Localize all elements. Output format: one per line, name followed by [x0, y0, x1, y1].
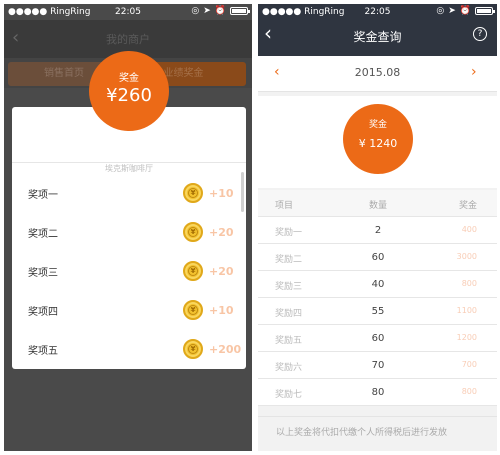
row-qty: 60 — [371, 252, 385, 263]
battery-icon — [230, 7, 250, 15]
bonus-circle: 奖金 ¥260 — [89, 51, 169, 131]
table-row: 奖励一 2 400 — [258, 217, 497, 244]
award-amount: +20 — [209, 225, 234, 239]
bonus-table: 项目 数量 奖金 奖励一 2 400 奖励二 60 3000 奖励三 40 80… — [258, 190, 497, 406]
bonus-popup: 埃克斯咖啡厅 奖项一 ¥ +10 奖项二 ¥ +20 奖项三 ¥ +20 奖项四… — [12, 107, 246, 369]
header-bonus: 奖金 — [458, 201, 477, 211]
row-bonus: 3000 — [456, 252, 477, 261]
merchant-name-text: 埃克斯咖啡厅 — [97, 164, 161, 173]
table-row: 奖励二 60 3000 — [258, 244, 497, 271]
row-qty: 80 — [371, 387, 385, 398]
award-row: 奖项五 ¥ +200 — [12, 330, 242, 368]
award-row: 奖项四 ¥ +10 — [12, 291, 238, 329]
table-row: 奖励三 40 800 — [258, 271, 497, 298]
status-bar: ●●●●● RingRing 22:05 ◎ ➤ ⏰ — [4, 4, 252, 20]
bonus-summary: 奖金 ¥ 1240 — [258, 96, 497, 188]
orientation-lock-icon: ◎ — [191, 6, 200, 16]
row-qty: 70 — [371, 360, 385, 371]
coin-glyph: ¥ — [188, 188, 198, 198]
orientation-lock-icon: ◎ — [436, 6, 445, 16]
month-label: 2015.08 — [354, 66, 401, 79]
coin-glyph: ¥ — [188, 344, 198, 354]
tax-note: 以上奖金将代扣代缴个人所得税后进行发放 — [258, 416, 497, 451]
award-row: 奖项二 ¥ +20 — [12, 213, 238, 251]
row-qty: 55 — [371, 306, 385, 317]
next-month-button[interactable]: › — [471, 64, 477, 80]
bonus-label: 奖金 — [119, 73, 139, 84]
row-item: 奖励一 — [275, 228, 303, 238]
coin-icon: ¥ — [183, 339, 203, 359]
location-icon: ➤ — [448, 6, 456, 16]
award-amount: +10 — [209, 303, 234, 317]
battery-icon — [475, 7, 495, 15]
coin-icon: ¥ — [183, 183, 203, 203]
award-row: 奖项三 ¥ +20 — [12, 252, 238, 290]
row-item: 奖励七 — [275, 390, 303, 400]
scrollbar[interactable] — [241, 172, 244, 212]
alarm-icon: ⏰ — [459, 6, 471, 16]
bonus-amount: ¥260 — [106, 85, 152, 106]
row-item: 奖励五 — [275, 336, 303, 346]
coin-icon: ¥ — [183, 300, 203, 320]
row-bonus: 1100 — [456, 306, 477, 315]
row-bonus: 800 — [461, 279, 477, 288]
location-icon: ➤ — [203, 6, 211, 16]
coin-glyph: ¥ — [188, 227, 198, 237]
status-icons: ◎ ➤ ⏰ — [436, 6, 495, 16]
row-qty: 40 — [371, 279, 385, 290]
table-row: 奖励五 60 1200 — [258, 325, 497, 352]
month-selector: ‹ 2015.08 › — [258, 56, 497, 92]
row-bonus: 800 — [461, 387, 477, 396]
row-bonus: 700 — [461, 360, 477, 369]
row-item: 奖励四 — [275, 309, 303, 319]
row-qty: 60 — [371, 333, 385, 344]
page-title: 奖金查询 — [353, 30, 402, 44]
award-row: 奖项一 ¥ +10 — [12, 174, 238, 212]
award-label: 奖项一 — [28, 189, 58, 201]
row-qty: 2 — [374, 225, 382, 236]
table-row: 奖励七 80 800 — [258, 379, 497, 406]
table-row: 奖励六 70 700 — [258, 352, 497, 379]
left-screen: ●●●●● RingRing 22:05 ◎ ➤ ⏰ ‹ 我的商户 销售首页 业… — [4, 4, 252, 451]
award-amount: +20 — [209, 264, 234, 278]
coin-glyph: ¥ — [188, 305, 198, 315]
row-item: 奖励二 — [275, 255, 303, 265]
award-label: 奖项三 — [28, 267, 58, 279]
header-qty: 数量 — [368, 201, 387, 211]
tax-note-text: 以上奖金将代扣代缴个人所得税后进行发放 — [276, 428, 448, 438]
coin-glyph: ¥ — [188, 266, 198, 276]
alarm-icon: ⏰ — [214, 6, 226, 16]
row-bonus: 1200 — [456, 333, 477, 342]
table-row: 奖励四 55 1100 — [258, 298, 497, 325]
row-item: 奖励六 — [275, 363, 303, 373]
help-icon[interactable]: ? — [473, 27, 487, 41]
merchant-name: 埃克斯咖啡厅 — [12, 156, 246, 175]
right-screen: ●●●●● RingRing 22:05 ◎ ➤ ⏰ ‹ 奖金查询 ? ‹ 20… — [258, 4, 497, 451]
award-amount: +10 — [209, 186, 234, 200]
bonus-circle: 奖金 ¥ 1240 — [343, 104, 413, 174]
status-icons: ◎ ➤ ⏰ — [191, 6, 250, 16]
award-label: 奖项四 — [28, 306, 58, 318]
coin-icon: ¥ — [183, 261, 203, 281]
header-item: 项目 — [275, 201, 294, 211]
table-header: 项目 数量 奖金 — [258, 190, 497, 217]
award-label: 奖项二 — [28, 228, 58, 240]
coin-icon: ¥ — [183, 222, 203, 242]
status-bar: ●●●●● RingRing 22:05 ◎ ➤ ⏰ — [258, 4, 497, 20]
award-label: 奖项五 — [28, 345, 58, 357]
row-item: 奖励三 — [275, 282, 303, 292]
bonus-amount: ¥ 1240 — [358, 137, 398, 150]
bonus-label: 奖金 — [368, 120, 387, 130]
page-title: 我的商户 — [106, 33, 150, 46]
navbar: ●●●●● RingRing 22:05 ◎ ➤ ⏰ ‹ 奖金查询 ? — [258, 4, 497, 56]
row-bonus: 400 — [461, 225, 477, 234]
award-amount: +200 — [209, 342, 242, 356]
